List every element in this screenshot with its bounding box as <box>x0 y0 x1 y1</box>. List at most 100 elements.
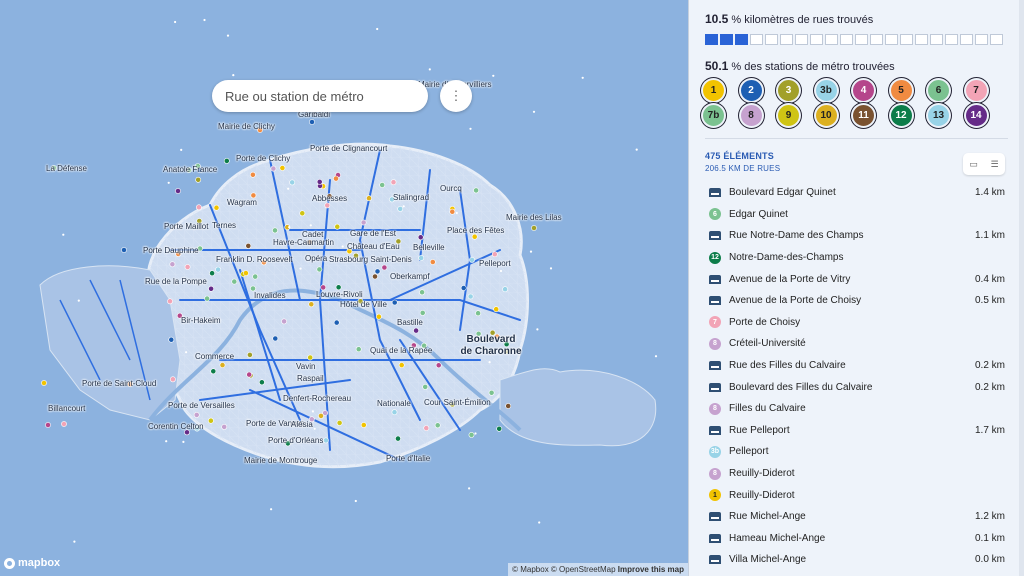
station-dot[interactable] <box>193 411 200 418</box>
station-dot[interactable] <box>308 301 315 308</box>
station-dot[interactable] <box>333 175 339 182</box>
station-dot[interactable] <box>398 362 405 368</box>
metro-line-7b-badge[interactable]: 7b <box>703 105 741 126</box>
metro-line-3b-badge[interactable]: 3b <box>815 80 854 101</box>
station-dot[interactable] <box>502 286 508 293</box>
station-dot[interactable] <box>252 273 259 280</box>
station-dot[interactable] <box>215 266 221 273</box>
mapbox-logo[interactable]: mapbox <box>4 557 60 569</box>
station-dot[interactable] <box>417 234 424 241</box>
station-dot[interactable] <box>422 383 429 390</box>
more-options-button[interactable]: ⋮ <box>440 80 472 112</box>
station-dot[interactable] <box>316 266 323 273</box>
station-dot[interactable] <box>360 219 367 226</box>
station-dot[interactable] <box>429 259 436 265</box>
station-dot[interactable] <box>413 327 419 334</box>
station-dot[interactable] <box>379 182 386 188</box>
station-dot[interactable] <box>167 298 173 305</box>
street-list-item[interactable]: Rue Michel-Ange 1.2 km <box>709 506 1005 528</box>
street-list-item[interactable]: Avenue de la Porte de Vitry 0.4 km <box>709 268 1005 290</box>
station-list-item[interactable]: 8 Reuilly-Diderot <box>709 463 1005 485</box>
station-dot[interactable] <box>307 354 314 361</box>
metro-line-14-badge[interactable]: 14 <box>965 105 1004 126</box>
station-dot[interactable] <box>61 421 67 427</box>
station-dot[interactable] <box>374 268 381 275</box>
street-list-item[interactable]: Boulevard des Filles du Calvaire 0.2 km <box>709 376 1005 398</box>
station-dot[interactable] <box>322 437 329 444</box>
station-dot[interactable] <box>204 295 210 302</box>
station-dot[interactable] <box>496 425 503 432</box>
station-list-item[interactable]: 7 Porte de Choisy <box>709 312 1005 334</box>
station-dot[interactable] <box>299 210 306 217</box>
station-dot[interactable] <box>419 289 425 296</box>
street-list-item[interactable]: Hameau Michel-Ange 0.1 km <box>709 528 1005 550</box>
metro-line-7-badge[interactable]: 7 <box>965 80 1004 101</box>
metro-line-2-badge[interactable]: 2 <box>740 80 779 101</box>
street-list-item[interactable]: Rue Notre-Dame des Champs 1.1 km <box>709 225 1005 247</box>
metro-line-6-badge[interactable]: 6 <box>928 80 966 101</box>
station-list-item[interactable]: 8 Filles du Calvaire <box>709 398 1005 420</box>
station-dot[interactable] <box>272 335 279 342</box>
station-dot[interactable] <box>169 376 176 383</box>
station-dot[interactable] <box>281 318 287 325</box>
station-dot[interactable] <box>210 368 217 375</box>
osm-attribution-link[interactable]: © OpenStreetMap <box>551 565 616 574</box>
sort-icon[interactable]: ☰ <box>991 159 999 170</box>
station-dot[interactable] <box>473 187 479 194</box>
station-dot[interactable] <box>195 204 202 211</box>
station-dot[interactable] <box>333 319 340 326</box>
station-dot[interactable] <box>175 188 181 194</box>
station-dot[interactable] <box>475 310 481 317</box>
station-dot[interactable] <box>391 299 398 306</box>
street-list-item[interactable]: Boulevard Edgar Quinet 1.4 km <box>709 182 1005 204</box>
station-dot[interactable] <box>231 278 238 285</box>
station-dot[interactable] <box>488 389 495 396</box>
station-dot[interactable] <box>397 205 404 212</box>
station-dot[interactable] <box>270 165 277 172</box>
station-dot[interactable] <box>334 223 341 230</box>
mapbox-attribution-link[interactable]: © Mapbox <box>512 565 549 574</box>
search-input[interactable] <box>223 87 417 105</box>
station-dot[interactable] <box>41 380 47 386</box>
metro-line-13-badge[interactable]: 13 <box>928 105 966 126</box>
station-dot[interactable] <box>381 264 388 271</box>
station-dot[interactable] <box>366 195 372 202</box>
station-dot[interactable] <box>279 165 286 171</box>
metro-line-1-badge[interactable]: 1 <box>703 80 741 101</box>
station-dot[interactable] <box>460 285 467 291</box>
station-dot[interactable] <box>469 256 475 263</box>
station-dot[interactable] <box>121 247 127 253</box>
street-list-item[interactable]: Avenue de la Porte de Choisy 0.5 km <box>709 290 1005 312</box>
station-dot[interactable] <box>355 346 362 353</box>
station-dot[interactable] <box>390 179 397 186</box>
station-dot[interactable] <box>246 351 253 358</box>
station-dot[interactable] <box>258 379 265 386</box>
street-list-item[interactable]: Villa Michel-Ange 0.0 km <box>709 549 1005 571</box>
metro-line-11-badge[interactable]: 11 <box>853 105 891 126</box>
station-dot[interactable] <box>246 371 253 378</box>
station-dot[interactable] <box>391 409 398 416</box>
station-dot[interactable] <box>207 417 214 424</box>
station-dot[interactable] <box>242 270 249 276</box>
improve-map-link[interactable]: Improve this map <box>618 565 684 574</box>
station-dot[interactable] <box>395 435 401 442</box>
station-dot[interactable] <box>372 273 378 280</box>
station-dot[interactable] <box>491 251 498 258</box>
station-dot[interactable] <box>531 225 537 231</box>
station-dot[interactable] <box>419 309 426 316</box>
station-dot[interactable] <box>468 431 475 438</box>
station-dot[interactable] <box>223 157 230 164</box>
station-dot[interactable] <box>375 313 382 320</box>
station-dot[interactable] <box>316 178 323 185</box>
station-dot[interactable] <box>318 412 324 419</box>
station-dot[interactable] <box>289 179 296 186</box>
station-dot[interactable] <box>467 293 474 300</box>
station-dot[interactable] <box>434 422 441 429</box>
station-list-item[interactable]: 12 Notre-Dame-des-Champs <box>709 247 1005 269</box>
station-dot[interactable] <box>169 261 176 268</box>
station-list-item[interactable]: 8 Créteil-Université <box>709 333 1005 355</box>
station-dot[interactable] <box>168 336 175 343</box>
station-dot[interactable] <box>45 422 51 428</box>
station-dot[interactable] <box>208 285 214 292</box>
station-dot[interactable] <box>360 422 367 428</box>
